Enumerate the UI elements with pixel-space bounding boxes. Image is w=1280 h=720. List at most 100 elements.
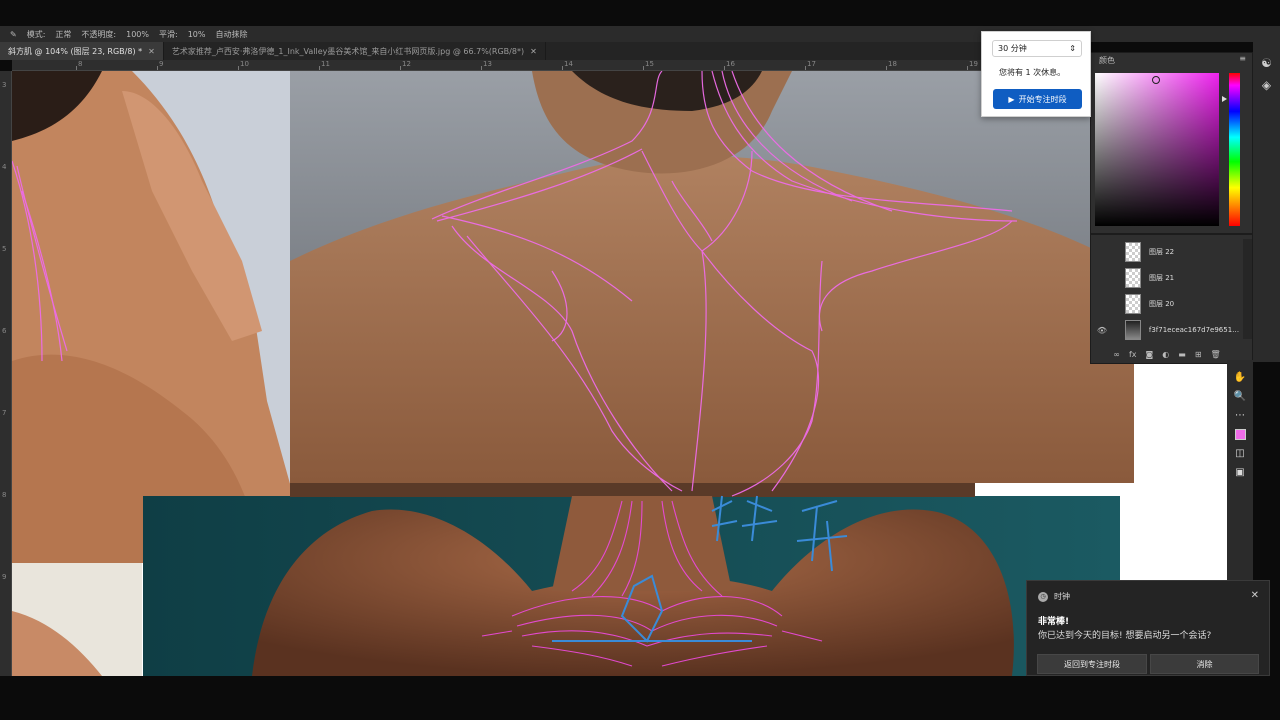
toast-heading: 非常棒! — [1038, 617, 1070, 627]
start-focus-button[interactable]: ▶ 开始专注时段 — [993, 89, 1082, 109]
hand-icon[interactable]: ✋ — [1234, 372, 1246, 383]
toast-body: 你已达到今天的目标! 想要启动另一个会话? — [1038, 631, 1212, 641]
bodybuilder-photo — [143, 483, 1120, 676]
foreground-color-swatch[interactable] — [1234, 429, 1246, 440]
learn-icon[interactable]: ☯ — [1261, 56, 1272, 70]
layer-row[interactable]: 图层 21 — [1091, 265, 1243, 291]
clock-app-icon: ◷ — [1038, 591, 1048, 602]
layer-name: 图层 21 — [1149, 274, 1175, 282]
eye-icon[interactable]: 👁 — [1091, 326, 1113, 335]
opt-smooth-value[interactable]: 10% — [188, 30, 206, 39]
layer-thumbnail — [1125, 268, 1141, 288]
panel-menu-icon[interactable]: ≡ — [1239, 54, 1246, 63]
tab-reference-image[interactable]: 艺术家推荐_卢西安·弗洛伊德_1_Ink_Valley墨谷美术馆_来自小红书网页… — [164, 42, 546, 60]
clock-notification-toast: ◷ 时钟 ✕ 非常棒! 你已达到今天的目标! 想要启动另一个会话? 返回到专注时… — [1026, 580, 1270, 676]
layers-icon[interactable]: ◈ — [1262, 78, 1271, 92]
ruler-tick-label: 8 — [2, 491, 7, 499]
layer-name: 图层 22 — [1149, 248, 1175, 256]
ruler-tick-label: 13 — [483, 60, 492, 68]
layers-scrollbar[interactable] — [1243, 239, 1252, 339]
mask-icon[interactable]: ◙ — [1146, 350, 1154, 359]
close-icon[interactable]: ✕ — [1251, 590, 1259, 601]
ruler-tick-label: 5 — [2, 245, 7, 253]
ruler-tick-label: 16 — [726, 60, 735, 68]
tab-trapezius[interactable]: 斜方肌 @ 104% (图层 23, RGB/8) * ✕ — [0, 42, 164, 60]
tab-label: 斜方肌 @ 104% (图层 23, RGB/8) * — [8, 46, 143, 56]
new-layer-icon[interactable]: ⊞ — [1195, 350, 1202, 359]
link-icon[interactable]: ∞ — [1113, 350, 1120, 359]
document-tabs: 斜方肌 @ 104% (图层 23, RGB/8) * ✕ 艺术家推荐_卢西安·… — [0, 42, 1090, 60]
toolbar: ✋ 🔍 ⋯ ◫ ▣ — [1227, 360, 1253, 580]
chevron-updown-icon: ⇕ — [1069, 44, 1076, 53]
opt-autoerase[interactable]: 自动抹除 — [215, 29, 247, 40]
color-panel-title: 颜色 — [1099, 56, 1115, 65]
brush-tool-icon[interactable]: ✎ — [10, 30, 17, 39]
color-picker-handle[interactable] — [1152, 76, 1160, 84]
bottom-strip — [0, 676, 1280, 720]
layers-footer: ∞ fx ◙ ◐ ▬ ⊞ 🗑 — [1091, 350, 1243, 359]
ruler-tick-mark — [319, 66, 320, 70]
photoshop-window: ✎ 模式: 正常 不透明度: 100% 平滑: 10% 自动抹除 斜方肌 @ 1… — [0, 0, 1280, 720]
zoom-icon[interactable]: 🔍 — [1234, 391, 1246, 402]
ruler-tick-mark — [157, 66, 158, 70]
ruler-tick-label: 9 — [159, 60, 164, 68]
play-icon: ▶ — [1008, 94, 1015, 104]
ruler-tick-mark — [562, 66, 563, 70]
focus-duration-value: 30 分钟 — [998, 44, 1027, 53]
opt-smooth-label: 平滑: — [158, 29, 178, 39]
ruler-tick-label: 6 — [2, 327, 7, 335]
layer-name: f3f71eceac167d7e96514... — [1148, 326, 1243, 334]
ruler-tick-mark — [481, 66, 482, 70]
focus-duration-select[interactable]: 30 分钟 ⇕ — [992, 40, 1082, 57]
ruler-tick-mark — [400, 66, 401, 70]
layer-thumbnail — [1125, 242, 1141, 262]
ruler-tick-label: 10 — [240, 60, 249, 68]
more-tools-icon[interactable]: ⋯ — [1235, 410, 1245, 421]
ruler-tick-mark — [238, 66, 239, 70]
ruler-tick-label: 17 — [807, 60, 816, 68]
return-to-focus-button[interactable]: 返回到专注时段 — [1037, 654, 1147, 674]
ruler-tick-mark — [76, 66, 77, 70]
hue-arrow-icon[interactable] — [1222, 96, 1227, 102]
layer-thumbnail — [1125, 294, 1141, 314]
tab-label: 艺术家推荐_卢西安·弗洛伊德_1_Ink_Valley墨谷美术馆_来自小红书网页… — [171, 46, 525, 56]
layer-thumbnail — [1124, 320, 1141, 340]
trash-icon[interactable]: 🗑 — [1211, 350, 1221, 359]
ruler-tick-label: 14 — [564, 60, 573, 68]
ruler-tick-mark — [643, 66, 644, 70]
hue-slider[interactable] — [1229, 73, 1240, 226]
adjustment-icon[interactable]: ◐ — [1162, 350, 1169, 359]
dismiss-button[interactable]: 消除 — [1150, 654, 1259, 674]
toast-app-name: 时钟 — [1054, 592, 1070, 601]
close-icon[interactable]: ✕ — [530, 47, 537, 56]
ruler-tick-mark — [724, 66, 725, 70]
fx-icon[interactable]: fx — [1129, 350, 1137, 359]
opt-opacity-label: 不透明度: — [81, 29, 117, 39]
screen-mode-icon[interactable]: ▣ — [1235, 467, 1244, 478]
upper-back-photo — [290, 71, 1134, 483]
folder-icon[interactable]: ▬ — [1178, 350, 1186, 359]
opt-opacity-value[interactable]: 100% — [126, 30, 149, 39]
ruler-tick-label: 11 — [321, 60, 330, 68]
ruler-tick-mark — [886, 66, 887, 70]
ruler-tick-mark — [967, 66, 968, 70]
focus-break-note: 您将有 1 次休息。 — [999, 68, 1066, 77]
ruler-tick-label: 19 — [969, 60, 978, 68]
quick-mask-icon[interactable]: ◫ — [1235, 448, 1244, 459]
focus-timer-popup: 30 分钟 ⇕ 您将有 1 次休息。 ▶ 开始专注时段 — [981, 31, 1091, 117]
layers-panel: 图层 22 图层 21 图层 20 👁 f3f71eceac167d7e9651… — [1090, 234, 1253, 364]
layer-row[interactable]: 图层 22 — [1091, 239, 1243, 265]
color-picker-field[interactable] — [1095, 73, 1219, 226]
ruler-tick-label: 3 — [2, 81, 7, 89]
close-icon[interactable]: ✕ — [148, 47, 155, 56]
panel-icon-strip: ☯ ◈ — [1253, 42, 1280, 362]
layer-row[interactable]: 👁 f3f71eceac167d7e96514... — [1091, 317, 1243, 343]
toast-app-row: ◷ 时钟 — [1038, 591, 1070, 602]
opt-mode-value[interactable]: 正常 — [55, 29, 71, 40]
horizontal-ruler: 8 9 10 11 12 13 14 15 16 17 18 19 — [12, 60, 1090, 71]
ruler-tick-label: 7 — [2, 409, 7, 417]
ruler-tick-label: 12 — [402, 60, 411, 68]
ruler-tick-mark — [805, 66, 806, 70]
layer-row[interactable]: 图层 20 — [1091, 291, 1243, 317]
ruler-tick-label: 8 — [78, 60, 83, 68]
